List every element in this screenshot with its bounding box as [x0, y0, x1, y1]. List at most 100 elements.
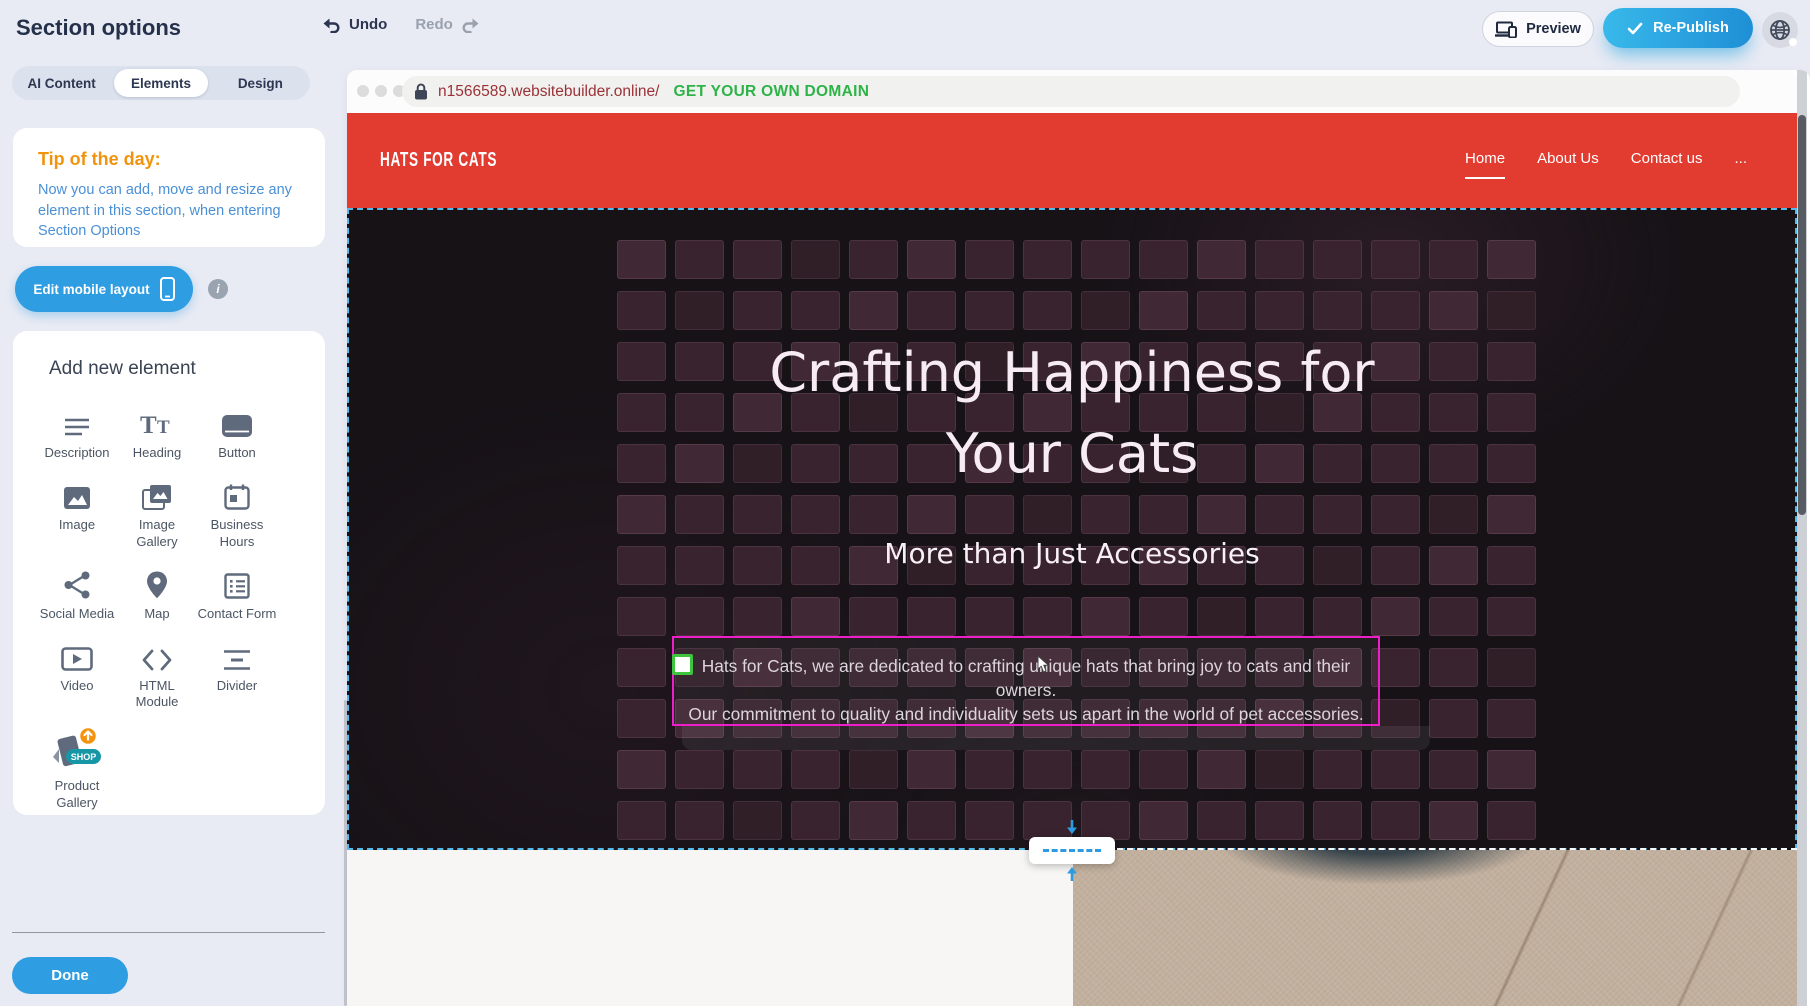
nav-contact-us[interactable]: Contact us	[1631, 150, 1703, 167]
hero-tile	[1255, 240, 1304, 279]
description-icon	[63, 406, 91, 438]
hero-tile	[791, 495, 840, 534]
hero-tile	[1429, 750, 1478, 789]
element-divider[interactable]: Divider	[197, 639, 277, 712]
add-element-title: Add new element	[49, 358, 325, 380]
hero-tile	[675, 750, 724, 789]
hero-section-selected[interactable]: Crafting Happiness for Your Cats More th…	[347, 208, 1797, 850]
hero-tile	[791, 291, 840, 330]
add-new-element-panel: Add new element Description TT Heading B…	[13, 331, 325, 815]
hero-tile	[1139, 291, 1188, 330]
get-domain-link[interactable]: GET YOUR OWN DOMAIN	[673, 83, 869, 101]
hero-tile	[1255, 495, 1304, 534]
element-image[interactable]: Image	[37, 478, 117, 551]
social-media-icon	[63, 567, 91, 599]
hero-tile	[849, 291, 898, 330]
hero-tile	[1023, 597, 1072, 636]
element-label: Social Media	[40, 606, 114, 623]
element-product-gallery[interactable]: SHOP Product Gallery	[37, 727, 117, 812]
language-globe-button[interactable]	[1762, 12, 1798, 48]
element-image-gallery[interactable]: Image Gallery	[117, 478, 197, 551]
hero-tile	[1081, 291, 1130, 330]
address-bar[interactable]: n1566589.websitebuilder.online/ GET YOUR…	[402, 76, 1740, 107]
nav-more-ellipsis[interactable]: ...	[1734, 150, 1747, 167]
hero-tile	[617, 750, 666, 789]
hero-tile	[1081, 750, 1130, 789]
redo-button[interactable]: Redo	[415, 16, 479, 33]
hero-tile	[1255, 750, 1304, 789]
done-button[interactable]: Done	[12, 957, 128, 994]
element-label: Button	[218, 445, 256, 462]
browser-chrome: n1566589.websitebuilder.online/ GET YOUR…	[347, 70, 1797, 113]
info-icon[interactable]: i	[208, 279, 228, 299]
section-resize-handle[interactable]	[1029, 837, 1115, 864]
element-map[interactable]: Map	[117, 567, 197, 623]
redo-icon	[460, 17, 479, 33]
element-button[interactable]: Button	[197, 406, 277, 462]
button-icon	[221, 406, 253, 438]
hero-tile	[1197, 240, 1246, 279]
hero-tile	[1023, 291, 1072, 330]
hero-tile	[1313, 495, 1362, 534]
nav-about-us[interactable]: About Us	[1537, 150, 1599, 167]
element-label: Contact Form	[198, 606, 277, 623]
globe-icon	[1769, 19, 1791, 41]
hero-tile	[1139, 750, 1188, 789]
edit-mobile-layout-button[interactable]: Edit mobile layout	[15, 266, 193, 312]
drag-handle[interactable]	[672, 654, 693, 675]
element-label: Product Gallery	[37, 778, 117, 812]
undo-button[interactable]: Undo	[323, 16, 387, 33]
element-description[interactable]: Description	[37, 406, 117, 462]
hero-tile	[675, 597, 724, 636]
hero-tile	[1487, 291, 1536, 330]
resize-dashed-line	[1043, 849, 1101, 852]
preview-scrollbar-track[interactable]	[1797, 70, 1807, 1006]
element-video[interactable]: Video	[37, 639, 117, 712]
hero-tile	[1371, 240, 1420, 279]
tab-elements[interactable]: Elements	[114, 69, 207, 97]
shop-badge: SHOP	[71, 752, 97, 762]
hero-tile	[1255, 597, 1304, 636]
text-element-selected[interactable]: Hats for Cats, we are dedicated to craft…	[672, 636, 1380, 726]
preview-scrollbar-thumb[interactable]	[1798, 115, 1806, 515]
undo-icon	[323, 17, 342, 33]
hero-tile	[849, 597, 898, 636]
phone-icon	[160, 277, 175, 301]
hero-tile	[1023, 495, 1072, 534]
tab-design[interactable]: Design	[214, 69, 307, 97]
hero-tile	[965, 495, 1014, 534]
nav-home[interactable]: Home	[1465, 150, 1505, 167]
hero-tile	[617, 240, 666, 279]
hero-tile	[617, 801, 666, 840]
edit-mobile-layout-label: Edit mobile layout	[33, 282, 149, 297]
hero-tile	[1487, 495, 1536, 534]
hero-tile	[1487, 699, 1536, 738]
republish-button[interactable]: Re-Publish	[1603, 8, 1753, 48]
element-label: Business Hours	[197, 517, 277, 551]
app-root: Section options Undo Redo Preview Re-Pub…	[0, 0, 1810, 1006]
hero-heading[interactable]: Crafting Happiness for Your Cats	[349, 332, 1795, 494]
element-business-hours[interactable]: Business Hours	[197, 478, 277, 551]
hero-tile	[733, 597, 782, 636]
tab-ai-content[interactable]: AI Content	[15, 69, 108, 97]
element-social-media[interactable]: Social Media	[37, 567, 117, 623]
element-html-module[interactable]: HTML Module	[117, 639, 197, 712]
element-label: Video	[60, 678, 93, 695]
element-grid: Description TT Heading Button Image	[37, 406, 325, 812]
hero-subheading[interactable]: More than Just Accessories	[349, 537, 1795, 570]
checkmark-icon	[1627, 22, 1643, 35]
hero-tile	[1197, 597, 1246, 636]
hero-tile	[733, 495, 782, 534]
next-section[interactable]	[347, 850, 1797, 1006]
hero-tile	[1081, 801, 1130, 840]
hero-tile	[791, 597, 840, 636]
hero-tile	[675, 801, 724, 840]
hero-tile	[1197, 291, 1246, 330]
preview-button[interactable]: Preview	[1482, 11, 1594, 47]
element-contact-form[interactable]: Contact Form	[197, 567, 277, 623]
site-nav: Home About Us Contact us ...	[1465, 150, 1747, 167]
heading-icon: TT	[140, 406, 174, 438]
site-logo[interactable]: HATS FOR CATS	[380, 149, 497, 172]
element-heading[interactable]: TT Heading	[117, 406, 197, 462]
hero-tile	[733, 240, 782, 279]
